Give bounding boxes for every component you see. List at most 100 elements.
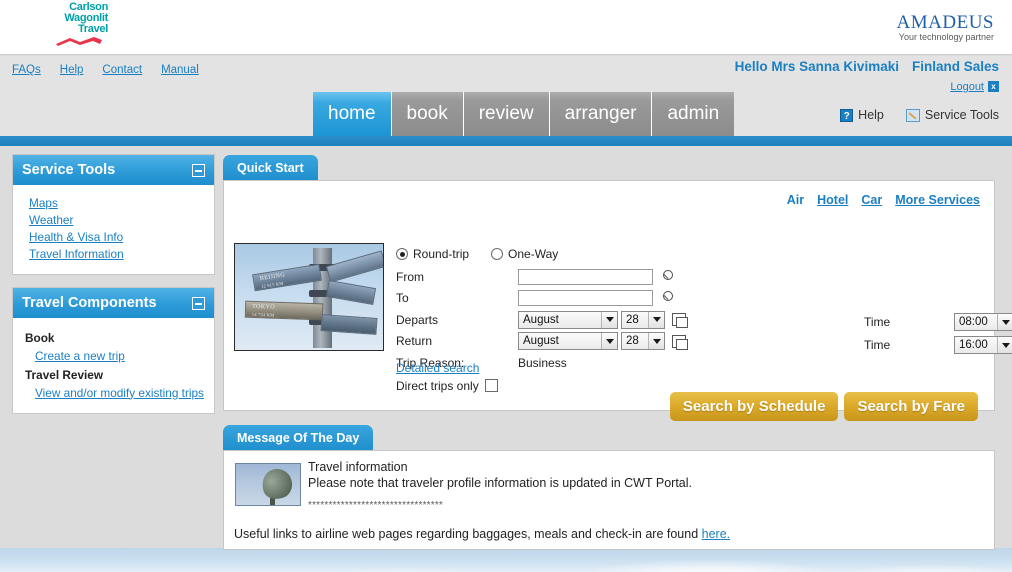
radio-round-trip-label: Round-trip — [413, 247, 470, 261]
nav-tab-review[interactable]: review — [463, 92, 550, 136]
main-navigation: home book review arranger admin — [313, 92, 735, 136]
panel-service-tools: Service Tools Maps Weather Health & Visa… — [12, 154, 215, 275]
return-time-label: Time — [864, 338, 891, 352]
sidebar-item-weather[interactable]: Weather — [13, 211, 214, 228]
greeting-text: Hello Mrs Sanna Kivimaki — [734, 59, 899, 74]
sidebar-group-book: Book — [25, 331, 55, 345]
contact-link[interactable]: Contact — [102, 64, 142, 76]
motd-separator: ********************************* — [308, 500, 444, 511]
service-link-car[interactable]: Car — [861, 193, 882, 207]
departs-day-select[interactable]: 28 — [621, 310, 665, 329]
motd-section: Message Of The Day Travel information Pl… — [223, 424, 995, 550]
satellite-dish-image — [235, 463, 301, 506]
signpost-arm-mid-right — [325, 279, 377, 306]
amadeus-wordmark: amadeus — [896, 4, 994, 34]
return-day-value: 28 — [626, 335, 639, 348]
sidebar-item-view-modify-existing-trips[interactable]: View and/or modify existing trips — [13, 384, 214, 401]
motd-footer: Useful links to airline web pages regard… — [234, 527, 730, 541]
help-button-label: Help — [858, 108, 884, 122]
tab-message-of-the-day[interactable]: Message Of The Day — [223, 425, 374, 451]
motd-footer-text: Useful links to airline web pages regard… — [234, 527, 702, 541]
help-button[interactable]: ? Help — [840, 108, 884, 122]
search-icon[interactable] — [660, 290, 676, 306]
return-time-select[interactable]: 16:00 — [954, 336, 1012, 354]
depart-time-select[interactable]: 08:00 — [954, 313, 1012, 331]
motd-card: Travel information Please note that trav… — [223, 450, 995, 550]
return-time-row: Time 16:00 — [864, 334, 1012, 356]
faqs-link[interactable]: FAQs — [12, 64, 41, 76]
departs-day-value: 28 — [626, 313, 639, 326]
top-header: Carlson Wagonlit Travel amadeus Your tec… — [0, 0, 1012, 55]
nav-tab-home[interactable]: home — [313, 92, 392, 136]
calendar-icon[interactable] — [672, 334, 688, 350]
depart-time-row: Time 08:00 — [864, 311, 1012, 333]
signpost-image: BEIJING 12 915 KM TOKYO 14 724 KM — [234, 243, 384, 351]
nav-tab-admin[interactable]: admin — [652, 92, 735, 136]
service-tools-label: Service Tools — [924, 108, 999, 122]
utility-links: FAQs Help Contact Manual — [12, 62, 218, 76]
service-link-air[interactable]: Air — [787, 193, 804, 207]
to-label: To — [396, 291, 409, 306]
time-selectors: Time 08:00 Time 16:00 — [864, 311, 1012, 357]
radio-one-way-label: One-Way — [508, 247, 559, 261]
chevron-down-icon — [601, 333, 617, 350]
sidebar-item-travel-information[interactable]: Travel Information — [13, 245, 214, 262]
chevron-down-icon — [997, 314, 1012, 330]
panel-travel-components: Travel Components Book Create a new trip… — [12, 287, 215, 414]
cwt-logo-line3: Travel — [77, 23, 108, 35]
chevron-down-icon — [601, 311, 617, 328]
panel-travel-components-title: Travel Components — [22, 295, 157, 311]
search-by-fare-button[interactable]: Search by Fare — [844, 392, 978, 421]
service-link-more-services[interactable]: More Services — [895, 193, 980, 207]
sidebar-item-health-visa-info[interactable]: Health & Visa Info — [13, 228, 214, 245]
motd-tab-strip: Message Of The Day — [223, 424, 995, 451]
amadeus-tagline: Your technology partner — [898, 32, 994, 42]
search-by-schedule-button[interactable]: Search by Schedule — [669, 392, 839, 421]
detailed-search-link[interactable]: Detailed search — [396, 361, 479, 375]
search-icon[interactable] — [660, 269, 676, 285]
close-icon[interactable]: x — [988, 81, 999, 92]
chevron-down-icon — [997, 337, 1012, 353]
to-row: To — [396, 288, 686, 310]
return-month-value: August — [523, 335, 559, 348]
sidebar-item-maps[interactable]: Maps — [13, 194, 214, 211]
departs-label: Departs — [396, 312, 439, 327]
calendar-icon[interactable] — [672, 313, 688, 329]
trip-type-row: Round-trip One-Way — [396, 245, 686, 263]
signpost-arm-beijing: BEIJING 12 915 KM — [252, 263, 322, 292]
collapse-icon[interactable] — [192, 163, 205, 177]
departs-row: Departs August 28 — [396, 309, 688, 331]
trip-reason-value: Business — [518, 355, 567, 370]
from-input[interactable] — [518, 268, 653, 285]
main-content: Quick Start Air Hotel Car More Services BEI… — [223, 154, 1012, 550]
quickstart-tab-strip: Quick Start — [223, 154, 995, 181]
return-label: Return — [396, 334, 433, 349]
radio-round-trip[interactable] — [396, 248, 408, 260]
return-month-select[interactable]: August — [518, 332, 618, 351]
departs-month-select[interactable]: August — [518, 310, 618, 329]
direct-trips-row: Direct trips only — [396, 374, 686, 398]
logout-link[interactable]: Logout — [950, 81, 984, 93]
motd-here-link[interactable]: here. — [702, 527, 731, 541]
to-input[interactable] — [518, 290, 653, 307]
direct-trips-checkbox[interactable] — [484, 379, 498, 392]
nav-tab-arranger[interactable]: arranger — [549, 92, 653, 136]
service-link-hotel[interactable]: Hotel — [817, 193, 848, 207]
manual-link[interactable]: Manual — [161, 64, 199, 76]
carlson-wagonlit-travel-logo: Carlson Wagonlit Travel — [48, 2, 108, 46]
service-tools-button[interactable]: Service Tools — [905, 108, 999, 122]
return-day-select[interactable]: 28 — [621, 332, 665, 351]
collapse-icon[interactable] — [192, 296, 205, 310]
chevron-down-icon — [648, 333, 664, 350]
sidebar-item-create-new-trip[interactable]: Create a new trip — [13, 347, 214, 364]
radio-one-way[interactable] — [491, 248, 504, 260]
logout-row[interactable]: Logout x — [950, 79, 999, 93]
motd-subtitle: Please note that traveler profile inform… — [308, 476, 692, 490]
return-time-value: 16:00 — [959, 339, 988, 351]
search-buttons: Search by Schedule Search by Fare — [669, 392, 978, 421]
help-link[interactable]: Help — [60, 64, 84, 76]
tab-quick-start[interactable]: Quick Start — [223, 155, 318, 181]
panel-service-tools-header: Service Tools — [13, 155, 214, 185]
nav-tab-book[interactable]: book — [391, 92, 464, 136]
quickstart-card: Air Hotel Car More Services BEIJING 12 915 K… — [223, 180, 1012, 421]
